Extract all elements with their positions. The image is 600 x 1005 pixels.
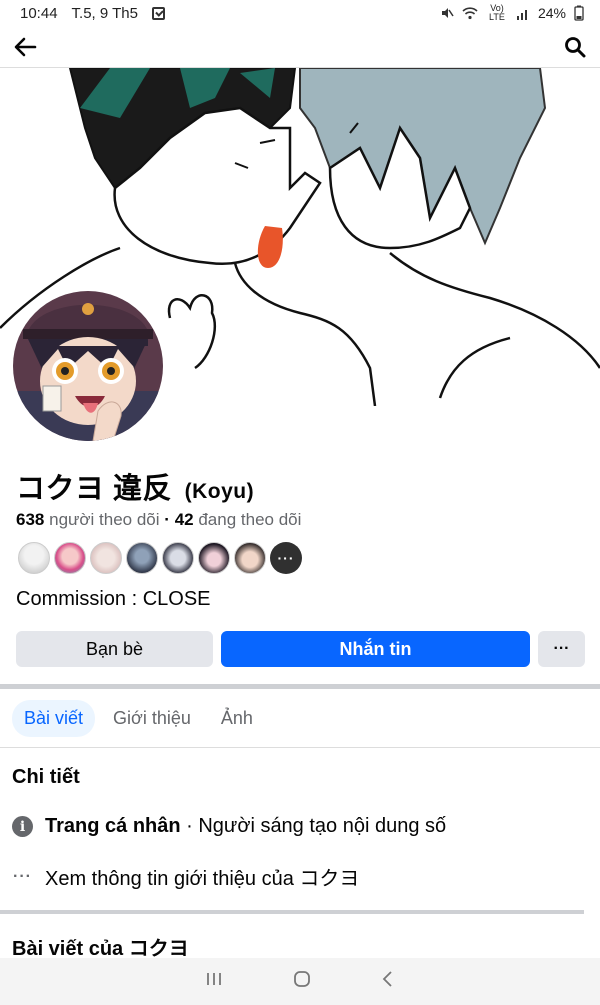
notification-check-icon bbox=[151, 6, 165, 20]
friend-avatar[interactable] bbox=[126, 542, 158, 574]
more-friends-button[interactable]: ··· bbox=[270, 542, 302, 574]
recent-apps-icon bbox=[207, 973, 221, 985]
profile-display-name: コクヨ 違反 bbox=[16, 473, 173, 505]
friend-avatar[interactable] bbox=[90, 542, 122, 574]
profile-alias: (Koyu) bbox=[184, 480, 255, 503]
friend-avatar[interactable] bbox=[198, 542, 230, 574]
battery-icon bbox=[574, 5, 584, 21]
status-bar: 10:44 T.5, 9 Th5 Vo) LTE 24% bbox=[0, 0, 600, 26]
stats-separator: · bbox=[164, 510, 170, 529]
signal-icon bbox=[516, 9, 527, 20]
status-time: 10:44 bbox=[20, 4, 58, 22]
status-date: T.5, 9 Th5 bbox=[71, 4, 138, 22]
section-divider bbox=[0, 684, 600, 689]
search-button[interactable] bbox=[560, 32, 590, 62]
back-button[interactable] bbox=[10, 32, 40, 62]
top-app-bar bbox=[0, 26, 600, 68]
tab-about[interactable]: Giới thiệu bbox=[101, 700, 203, 737]
home-button[interactable] bbox=[293, 970, 311, 993]
friends-button[interactable]: Bạn bè bbox=[16, 631, 213, 667]
see-about-info[interactable]: ··· Xem thông tin giới thiệu của コクヨ bbox=[12, 862, 359, 891]
mutual-friends-avatars[interactable]: ··· bbox=[18, 542, 302, 574]
more-options-button[interactable]: ··· bbox=[538, 631, 585, 667]
avatar-illustration bbox=[13, 291, 163, 441]
following-count: 42 bbox=[174, 510, 194, 529]
system-back-button[interactable] bbox=[381, 970, 395, 993]
detail-page-type: i Trang cá nhân · Người sáng tạo nội dun… bbox=[12, 815, 446, 838]
profile-bio: Commission : CLOSE bbox=[16, 588, 211, 610]
battery-percent: 24% bbox=[537, 5, 566, 21]
info-icon: i bbox=[12, 816, 33, 837]
friends-button-label: Bạn bè bbox=[85, 638, 144, 659]
chevron-left-icon bbox=[382, 971, 392, 987]
friend-avatar[interactable] bbox=[54, 542, 86, 574]
more-options-label: ··· bbox=[553, 640, 570, 657]
recent-apps-button[interactable] bbox=[205, 971, 223, 992]
system-nav-bar bbox=[0, 958, 600, 1005]
follower-stats[interactable]: 638 người theo dõi · 42 đang theo dõi bbox=[16, 510, 301, 530]
posts-title: Bài viết của コクヨ bbox=[12, 938, 189, 960]
detail-page-type-strong: Trang cá nhân bbox=[45, 815, 181, 837]
home-icon bbox=[294, 971, 310, 987]
more-dots-icon: ··· bbox=[13, 867, 32, 885]
following-label: đang theo dõi bbox=[198, 510, 302, 529]
detail-page-type-text: Trang cá nhân · Người sáng tạo nội dung … bbox=[45, 815, 446, 838]
tab-posts[interactable]: Bài viết bbox=[12, 700, 96, 737]
friend-avatar[interactable] bbox=[18, 542, 50, 574]
search-icon bbox=[565, 36, 586, 57]
friend-avatar[interactable] bbox=[234, 542, 266, 574]
status-right: Vo) LTE 24% bbox=[440, 4, 584, 22]
section-divider bbox=[0, 910, 584, 914]
profile-name: コクヨ 違反 (Koyu) bbox=[16, 465, 254, 507]
message-button-label: Nhắn tin bbox=[339, 638, 412, 659]
status-left: 10:44 T.5, 9 Th5 bbox=[20, 5, 165, 22]
profile-avatar[interactable] bbox=[9, 287, 167, 445]
tab-photos[interactable]: Ảnh bbox=[209, 700, 265, 737]
see-about-text: Xem thông tin giới thiệu của コクヨ bbox=[45, 868, 360, 890]
mute-icon bbox=[441, 8, 454, 18]
followers-count: 638 bbox=[16, 510, 45, 529]
followers-label: người theo dõi bbox=[49, 510, 160, 529]
detail-page-type-rest: · Người sáng tạo nội dung số bbox=[180, 815, 447, 837]
message-button[interactable]: Nhắn tin bbox=[221, 631, 530, 667]
network-type: Vo) LTE bbox=[489, 3, 505, 22]
arrow-left-icon bbox=[14, 37, 37, 56]
profile-tabs: Bài viết Giới thiệu Ảnh bbox=[0, 690, 600, 748]
details-title: Chi tiết bbox=[12, 766, 80, 788]
friend-avatar[interactable] bbox=[162, 542, 194, 574]
wifi-icon bbox=[462, 7, 478, 20]
